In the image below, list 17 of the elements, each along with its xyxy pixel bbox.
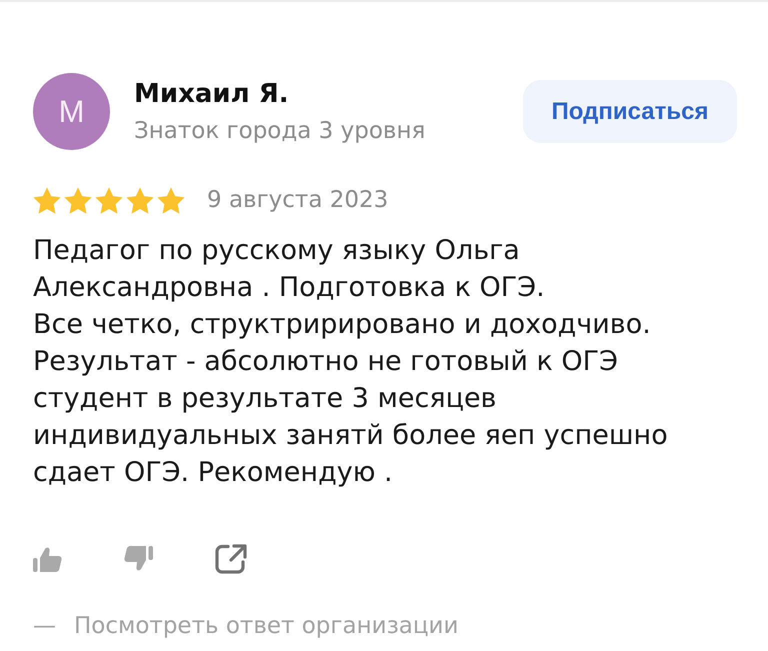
thumbs-down-button[interactable]: [124, 546, 153, 572]
subscribe-button[interactable]: Подписаться: [523, 80, 737, 143]
author-status: Знаток города 3 уровня: [134, 117, 426, 146]
author-name: Михаил Я.: [134, 78, 290, 111]
star-icon: [33, 186, 61, 214]
thumbs-down-icon: [124, 546, 153, 572]
star-icon: [95, 186, 123, 214]
review-date: 9 августа 2023: [207, 186, 388, 215]
review-text: Педагог по русскому языку Ольга Александровна . Подготовка к ОГЭ. Все четко, структририровано и доходчиво. Результат - абсолютно не готовый к ОГЭ студент в результате 3 месяцев индивидуальных занятй более яеп успешно сдает ОГЭ. Рекомендую .: [33, 234, 669, 490]
thumbs-up-button[interactable]: [33, 546, 62, 572]
share-icon: [215, 543, 248, 575]
star-icon: [64, 186, 92, 214]
star-icon: [157, 186, 185, 214]
share-button[interactable]: [215, 543, 248, 575]
user-avatar: М: [33, 73, 110, 150]
thumbs-up-icon: [33, 546, 62, 572]
star-icon: [126, 186, 154, 214]
